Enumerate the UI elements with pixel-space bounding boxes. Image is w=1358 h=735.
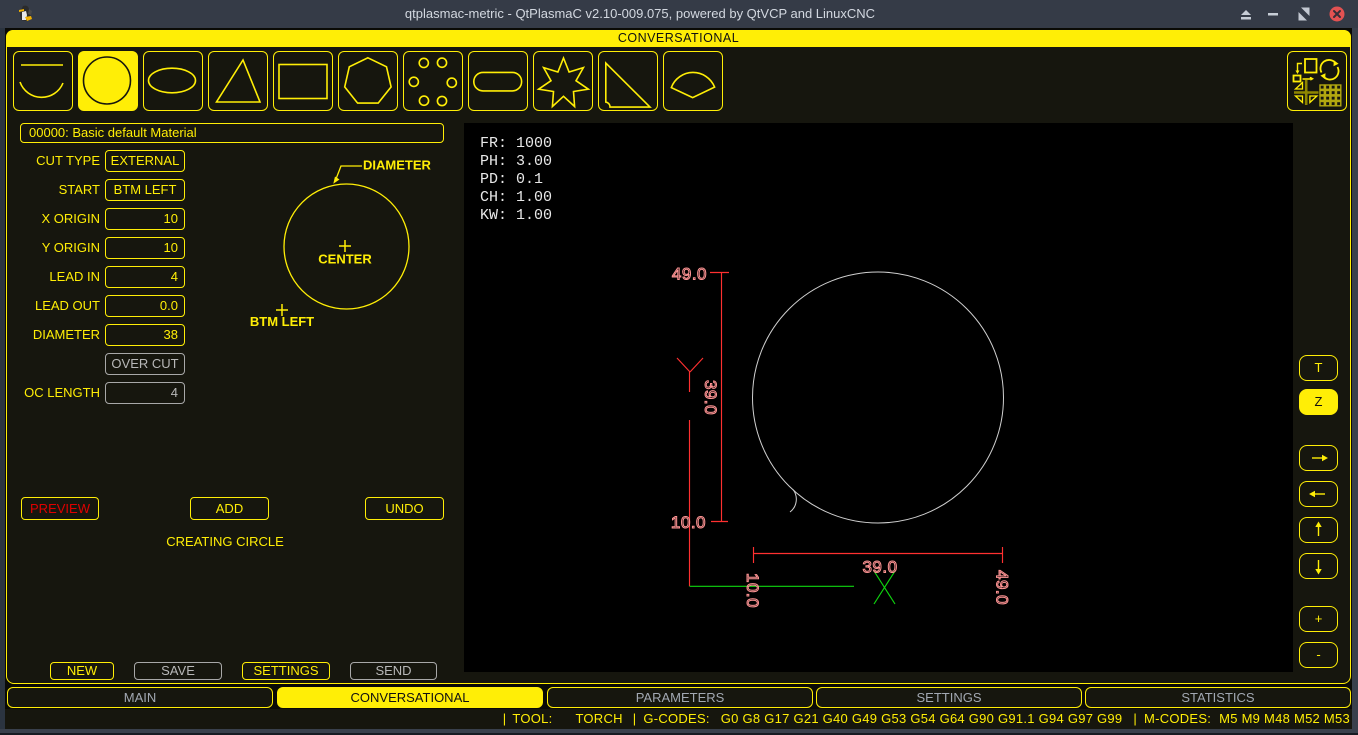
svg-text:10.0: 10.0 (743, 573, 762, 608)
svg-text:DIAMETER: DIAMETER (363, 158, 432, 173)
svg-text:49.0: 49.0 (993, 570, 1012, 605)
svg-text:PD: 0.1: PD: 0.1 (480, 171, 543, 188)
svg-text:BTM LEFT: BTM LEFT (250, 314, 314, 329)
svg-text:CENTER: CENTER (318, 252, 372, 267)
svg-text:10.0: 10.0 (671, 513, 706, 532)
svg-text:39.0: 39.0 (701, 380, 720, 415)
svg-text:KW: 1.00: KW: 1.00 (480, 207, 552, 224)
svg-text:PH: 3.00: PH: 3.00 (480, 153, 552, 170)
svg-text:49.0: 49.0 (672, 265, 707, 284)
svg-text:FR: 1000: FR: 1000 (480, 135, 552, 152)
svg-text:39.0: 39.0 (862, 558, 897, 577)
svg-text:CH: 1.00: CH: 1.00 (480, 189, 552, 206)
